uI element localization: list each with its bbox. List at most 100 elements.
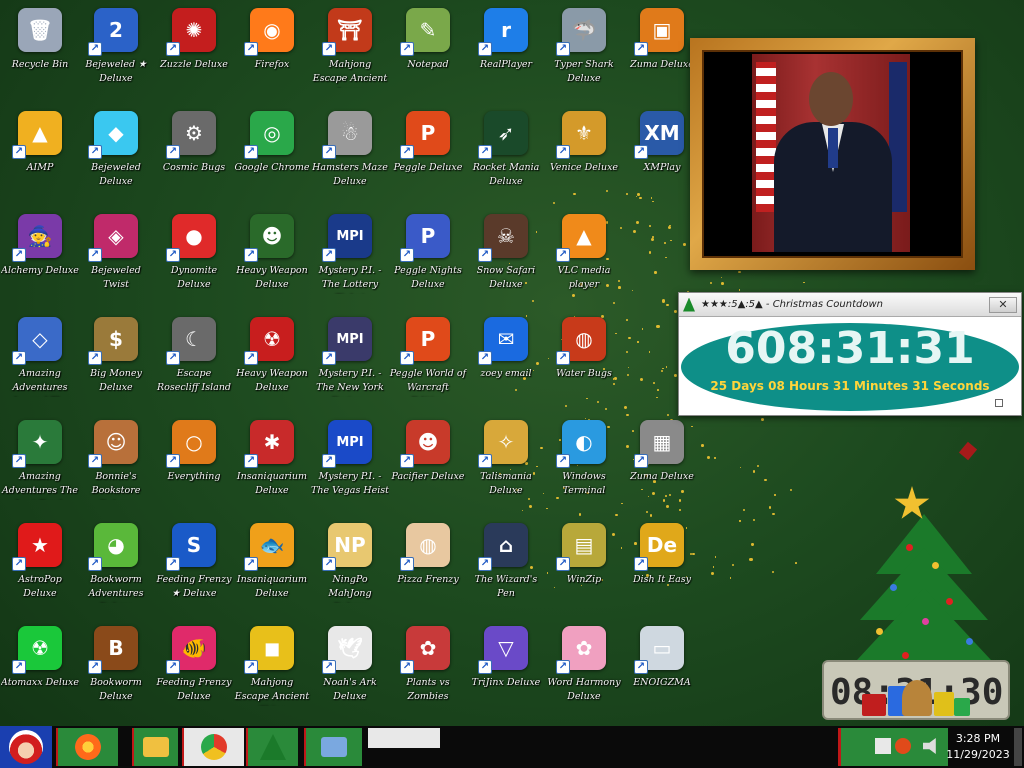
desktop-icon[interactable]: r ↗ RealPlayer [468,2,544,102]
shortcut-arrow-icon: ↗ [634,454,648,468]
desktop-icon-label: AIMP [26,162,54,173]
desktop-icon[interactable]: ✧ ↗ Talismania Deluxe [468,414,544,514]
desktop-icon[interactable]: De ↗ Dish It Easy [624,517,700,617]
desktop-icon[interactable]: ☢ ↗ Heavy Weapon Deluxe [234,311,310,411]
desktop-icon[interactable]: NP↗ NingPo MahJong Deluxe [312,517,388,617]
desktop-icon[interactable]: ◉ ↗ Firefox [234,2,310,102]
desktop-icon-label: Bookworm Deluxe [90,677,142,702]
desktop-icon[interactable]: ☺↗ Bonnie's Bookstore Deluxe [78,414,154,514]
resize-grip[interactable] [995,399,1003,407]
desktop-icon[interactable]: ◍ ↗ Pizza Frenzy [390,517,466,617]
taskbar-blank-button[interactable] [368,728,440,748]
taskbar-explorer[interactable] [132,728,178,766]
desktop-icon[interactable]: ▤ ↗ WinZip [546,517,622,617]
desktop-icon[interactable]: 🐠 ↗ Feeding Frenzy Deluxe [156,620,232,720]
volume-icon[interactable] [923,738,936,754]
desktop-icon[interactable]: ◇↗ Amazing Adventures Around The World [2,311,78,411]
desktop-icon[interactable]: P ↗ Peggle Deluxe [390,105,466,205]
desktop-icon[interactable]: P↗ Peggle World of Warcraft Edition [390,311,466,411]
app-icon: ◎ ↗ [244,111,294,159]
desktop-icon[interactable]: ✿ ↗ Plants vs Zombies [390,620,466,720]
show-desktop-button[interactable] [1014,728,1022,766]
taskbar-firefox[interactable] [56,728,118,766]
desktop-icon[interactable]: ☠ ↗ Snow Safari Deluxe [468,208,544,308]
app-icon: P ↗ [400,214,450,262]
countdown-titlebar[interactable]: ★★★:5▲:5▲ - Christmas Countdown ✕ [679,293,1021,317]
app-icon: ▽ ↗ [478,626,528,674]
desktop-icon[interactable]: ○ ↗ Everything [156,414,232,514]
desktop-icon[interactable]: 🕊 ↗ Noah's Ark Deluxe [312,620,388,720]
desktop-icon-label: Mahjong Escape Ancient Japan [312,59,388,88]
firefox-tray-icon[interactable] [895,738,911,754]
desktop-icon-label: Venice Deluxe [549,162,619,173]
desktop-icon[interactable]: ⚙ ↗ Cosmic Bugs [156,105,232,205]
desktop-icon[interactable]: ☢ ↗ Atomaxx Deluxe [1,620,79,720]
desktop-icon-label: Bejeweled ★ Deluxe [85,59,147,84]
desktop-icon[interactable]: ◍ ↗ Water Bugs [546,311,622,411]
desktop-icon[interactable]: 🦈 ↗ Typer Shark Deluxe [546,2,622,102]
desktop-icon-label: Mystery P.I. - The New York Fortune [316,368,384,397]
desktop-icon[interactable]: P ↗ Peggle Nights Deluxe [390,208,466,308]
shortcut-arrow-icon: ↗ [88,248,102,262]
desktop-icon[interactable]: ◆ ↗ Bejeweled Deluxe [78,105,154,205]
shortcut-arrow-icon: ↗ [478,660,492,674]
shortcut-arrow-icon: ↗ [244,454,258,468]
desktop-icon[interactable]: MPI↗ Mystery P.I. - The New York Fortune [312,311,388,411]
start-button[interactable] [0,726,52,768]
desktop-icon[interactable]: ✎ ↗ Notepad [390,2,466,102]
desktop-icon[interactable]: ☃ ↗ Hamsters Maze Deluxe [312,105,388,205]
desktop-icon-label: Firefox [254,59,290,70]
desktop-icon[interactable]: ✦↗ Amazing Adventures The Lost Tomb [2,414,78,514]
desktop-icon[interactable]: ➶ ↗ Rocket Mania Deluxe [468,105,544,205]
desktop-icon[interactable]: ☻ ↗ Heavy Weapon Deluxe [234,208,310,308]
desktop-icon[interactable]: ✺ ↗ Zuzzle Deluxe [156,2,232,102]
desktop-icon-label: zoey email [480,368,532,379]
desktop-icon[interactable]: ◕↗ Bookworm Adventures Deluxe [78,517,154,617]
taskbar-tree[interactable] [246,728,298,766]
desktop-icon[interactable]: ◼↗ Mahjong Escape Ancient China [234,620,310,720]
desktop-icon[interactable]: ★ ↗ AstroPop Deluxe [2,517,78,617]
portrait-photo [702,50,963,258]
desktop-icon[interactable]: ✿ ↗ Word Harmony Deluxe [546,620,622,720]
desktop-icon[interactable]: ⛩↗ Mahjong Escape Ancient Japan [312,2,388,102]
desktop-icon[interactable]: ● ↗ Dynomite Deluxe [156,208,232,308]
app-icon: ✱ ↗ [244,420,294,468]
desktop-icon[interactable]: ▲ ↗ AIMP [2,105,78,205]
desktop-icon[interactable]: S ↗ Feeding Frenzy ★ Deluxe [156,517,232,617]
desktop-icon[interactable]: ⚜ ↗ Venice Deluxe [546,105,622,205]
desktop-icon[interactable]: ◐ ↗ Windows Terminal [546,414,622,514]
flag-icon[interactable] [875,738,891,754]
desktop-icon[interactable]: ▽ ↗ TriJinx Deluxe [468,620,544,720]
desktop-icon[interactable]: MPI ↗ Mystery P.I. - The Vegas Heist [311,414,389,514]
desktop-icon[interactable]: ✉ ↗ zoey email [468,311,544,411]
desktop-icon[interactable]: ▦ ↗ Zuma Deluxe [624,414,700,514]
desktop-icon[interactable]: 🐟 ↗ Insaniquarium Deluxe [234,517,310,617]
desktop-icon[interactable]: XM ↗ XMPlay [624,105,700,205]
desktop-icon[interactable]: ▲ ↗ VLC media player [546,208,622,308]
desktop-icon[interactable]: $ ↗ Big Money Deluxe [78,311,154,411]
shortcut-arrow-icon: ↗ [244,42,258,56]
taskbar-chrome[interactable] [182,728,244,766]
desktop-icon[interactable]: ◈ ↗ Bejeweled Twist [78,208,154,308]
desktop-icon[interactable]: ◎ ↗ Google Chrome [234,105,310,205]
close-button[interactable]: ✕ [989,296,1017,313]
desktop-icon[interactable]: ☾ ↗ Escape Rosecliff Island [156,311,232,411]
app-icon: ◈ ↗ [88,214,138,262]
desktop-icon[interactable]: ☻ ↗ Pacifier Deluxe [390,414,466,514]
app-icon: ◕ ↗ [88,523,138,571]
christmas-countdown-window[interactable]: ★★★:5▲:5▲ - Christmas Countdown ✕ 608:31… [678,292,1022,416]
taskbar-clock[interactable]: 3:28 PM 11/29/2023 [944,728,1012,766]
desktop-icon[interactable]: ▣ ↗ Zuma Deluxe [624,2,700,102]
desktop-icon[interactable]: 2 ↗ Bejeweled ★ Deluxe [78,2,154,102]
desktop-icon-label: Zuma Deluxe [630,471,694,482]
app-icon: ☢ ↗ [244,317,294,365]
taskbar-computer[interactable] [304,728,362,766]
photo-frame-widget[interactable] [690,38,975,270]
desktop-icon[interactable]: B ↗ Bookworm Deluxe [78,620,154,720]
desktop-icon[interactable]: 🧙 ↗ Alchemy Deluxe [1,208,79,308]
desktop-icon[interactable]: ▭ ↗ ENOIGZMA [624,620,700,720]
desktop-icon[interactable]: ✱ ↗ Insaniquarium Deluxe [234,414,310,514]
desktop-icon[interactable]: ⌂ ↗ The Wizard's Pen [468,517,544,617]
desktop-icon[interactable]: MPI↗ Mystery P.I. - The Lottery Ticket [312,208,388,308]
desktop-icon[interactable]: 🗑 Recycle Bin [2,2,78,102]
